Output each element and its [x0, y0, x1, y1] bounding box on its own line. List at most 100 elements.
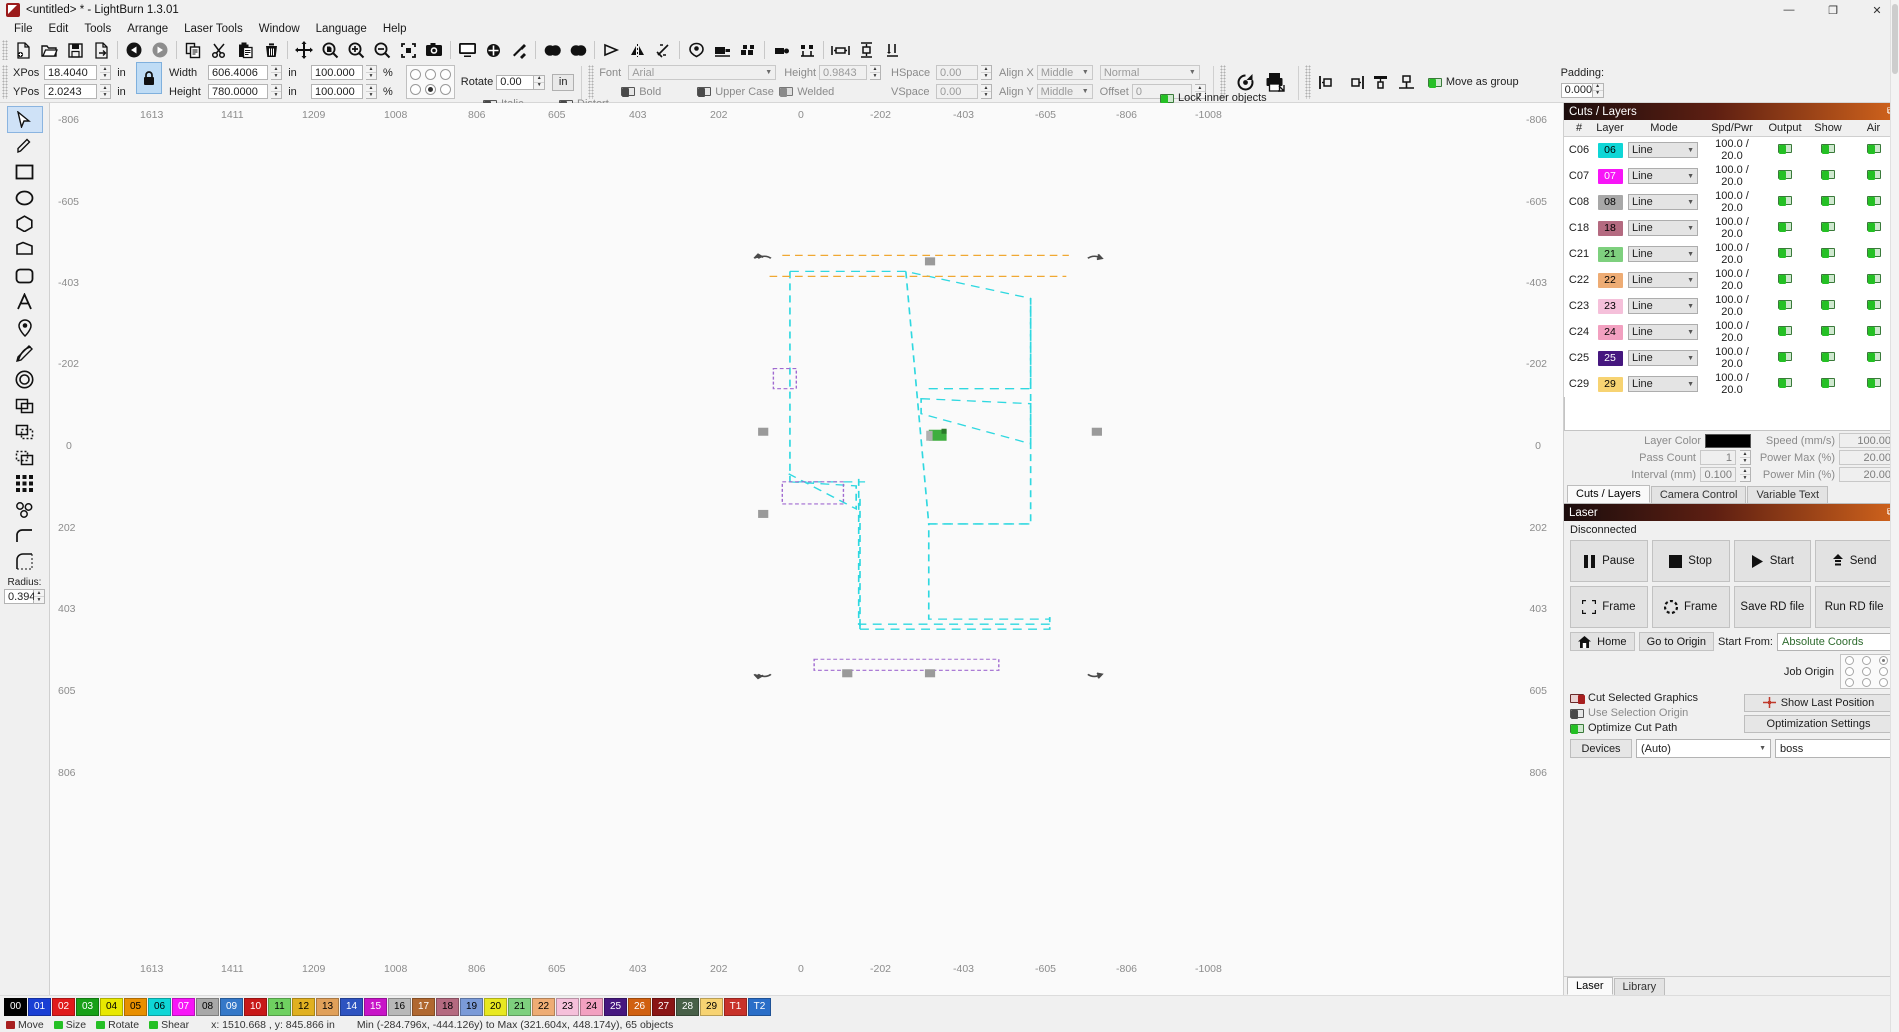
optimize-cut-path-toggle[interactable]: Optimize Cut Path [1570, 722, 1738, 734]
optimization-settings-button[interactable]: Optimization Settings [1744, 714, 1893, 733]
zoom-in-icon[interactable] [343, 39, 369, 61]
canvas-workspace[interactable]: 1613 1411 1209 1008 806 605 403 202 0 -2… [50, 103, 1563, 995]
text-height-input[interactable]: 0.9843 [819, 65, 867, 80]
device-name-field[interactable]: boss [1775, 739, 1893, 758]
dock-scrollbar[interactable] [1890, 0, 1899, 1032]
radius-input[interactable]: 0.394 [4, 589, 36, 604]
menu-file[interactable]: File [6, 22, 41, 36]
rectangle-tool[interactable] [8, 159, 42, 184]
layer-mode-combo[interactable]: Line ▼ [1628, 168, 1698, 184]
paste-icon[interactable] [232, 39, 258, 61]
layer-output-toggle[interactable] [1778, 352, 1792, 362]
layer-mode-combo[interactable]: Line ▼ [1628, 376, 1698, 392]
maximize-button[interactable]: ❐ [1811, 0, 1855, 20]
palette-swatch[interactable]: 20 [484, 997, 507, 1016]
height-percent-input[interactable]: 100.000 [311, 84, 363, 99]
palette-swatch[interactable]: 16 [388, 997, 411, 1016]
upper-case-switch[interactable] [697, 87, 712, 97]
draw-lines-tool[interactable] [8, 133, 42, 158]
group-grip[interactable] [1304, 65, 1311, 99]
upper-case-toggle[interactable]: Upper Case [697, 86, 779, 98]
anchor-top-center[interactable] [423, 67, 438, 82]
layer-show-toggle[interactable] [1821, 378, 1835, 388]
distribute-h-icon[interactable] [827, 39, 853, 61]
corner-radius-tool[interactable] [8, 549, 42, 574]
width-input[interactable]: 606.4006 [208, 65, 268, 80]
cut-selected-graphics-toggle[interactable]: Cut Selected Graphics [1570, 692, 1738, 704]
align-right-edge-icon[interactable] [1342, 71, 1368, 93]
speed-input[interactable]: 100.00 [1839, 433, 1895, 448]
layer-show-toggle[interactable] [1821, 170, 1835, 180]
table-row[interactable]: C23 23 Line ▼ 100.0 / 20.0 [1564, 293, 1899, 319]
job-origin-cell-6[interactable] [1841, 677, 1858, 688]
table-row[interactable]: C29 29 Line ▼ 100.0 / 20.0 [1564, 371, 1899, 397]
show-last-position-button[interactable]: Show Last Position [1744, 693, 1893, 712]
closed-polyline-tool[interactable] [8, 237, 42, 262]
layer-color-chip[interactable]: 25 [1597, 350, 1623, 366]
layer-mode-combo[interactable]: Line ▼ [1628, 220, 1698, 236]
frame-round-button[interactable]: Frame [1651, 586, 1730, 628]
palette-swatch[interactable]: 24 [580, 997, 603, 1016]
job-origin-cell-3[interactable] [1841, 666, 1858, 677]
align-top-edge-icon[interactable] [1368, 71, 1394, 93]
frame-preview-icon[interactable] [454, 39, 480, 61]
undo-icon[interactable] [121, 39, 147, 61]
layer-air-toggle[interactable] [1866, 248, 1881, 258]
layer-output-toggle[interactable] [1778, 196, 1792, 206]
height-stepper[interactable]: ▲ ▼ [271, 84, 282, 99]
palette-swatch[interactable]: T1 [724, 997, 747, 1016]
palette-swatch[interactable]: 29 [700, 997, 723, 1016]
home-button[interactable]: Home [1570, 632, 1635, 651]
menu-tools[interactable]: Tools [76, 22, 119, 36]
layer-output-toggle[interactable] [1778, 274, 1792, 284]
stop-button[interactable]: Stop [1651, 540, 1730, 582]
palette-swatch[interactable]: 01 [28, 997, 51, 1016]
bold-switch[interactable] [621, 87, 636, 97]
units-button[interactable]: in [552, 73, 575, 91]
layer-air-toggle[interactable] [1866, 222, 1881, 232]
color-palette-bar[interactable]: 00 01 02 03 04 05 06 07 08 09 10 11 12 13 14 15 16 17 18 19… [0, 995, 1899, 1017]
layer-show-toggle[interactable] [1821, 352, 1835, 362]
copy-icon[interactable] [180, 39, 206, 61]
delete-icon[interactable] [258, 39, 284, 61]
layer-color-swatch[interactable] [1705, 433, 1751, 448]
ypos-input[interactable]: 2.0243 [44, 84, 97, 99]
padding-input[interactable]: 0.000 [1560, 82, 1593, 98]
table-row[interactable]: C08 08 Line ▼ 100.0 / 20.0 [1564, 189, 1899, 215]
trace-image-tool[interactable] [8, 497, 42, 522]
palette-swatch[interactable]: 26 [628, 997, 651, 1016]
xpos-stepper[interactable]: ▲ ▼ [100, 65, 111, 80]
padding-stepper[interactable]: ▲ ▼ [1592, 82, 1604, 98]
rotate-stepper[interactable]: ▲ ▼ [534, 74, 546, 90]
job-origin-cell-0[interactable] [1841, 655, 1858, 666]
layer-color-chip[interactable]: 18 [1597, 220, 1623, 236]
align-x-combo[interactable]: Middle ▼ [1036, 65, 1093, 80]
weld-icon[interactable] [735, 39, 761, 61]
layer-air-toggle[interactable] [1866, 300, 1881, 310]
menu-arrange[interactable]: Arrange [119, 22, 176, 36]
layer-air-toggle[interactable] [1866, 378, 1881, 388]
palette-swatch[interactable]: 08 [196, 997, 219, 1016]
layer-output-toggle[interactable] [1778, 300, 1792, 310]
layer-air-toggle[interactable] [1866, 274, 1881, 284]
lock-inner-objects-switch[interactable] [1160, 93, 1174, 104]
boolean-union-icon[interactable] [539, 39, 565, 61]
layer-mode-combo[interactable]: Line ▼ [1628, 298, 1698, 314]
layer-color-chip[interactable]: 23 [1597, 298, 1623, 314]
boolean-subtract-icon[interactable] [565, 39, 591, 61]
rounded-rect-tool[interactable] [8, 263, 42, 288]
job-origin-cell-4[interactable] [1858, 666, 1875, 677]
layer-output-toggle[interactable] [1778, 248, 1792, 258]
ellipse-tool[interactable] [8, 185, 42, 210]
power-min-input[interactable]: 20.00 [1839, 467, 1895, 482]
anchor-selector[interactable] [405, 65, 455, 99]
table-row[interactable]: C18 18 Line ▼ 100.0 / 20.0 [1564, 215, 1899, 241]
zoom-selection-icon[interactable] [395, 39, 421, 61]
boolean-subtract-tool[interactable] [8, 419, 42, 444]
minimize-button[interactable]: — [1767, 0, 1811, 20]
job-origin-cell-1[interactable] [1858, 655, 1875, 666]
move-as-group-switch[interactable] [1427, 77, 1442, 88]
tab-camera-control[interactable]: Camera Control [1650, 486, 1747, 503]
mirror-horizontal-icon[interactable] [624, 39, 650, 61]
palette-swatch[interactable]: 07 [172, 997, 195, 1016]
